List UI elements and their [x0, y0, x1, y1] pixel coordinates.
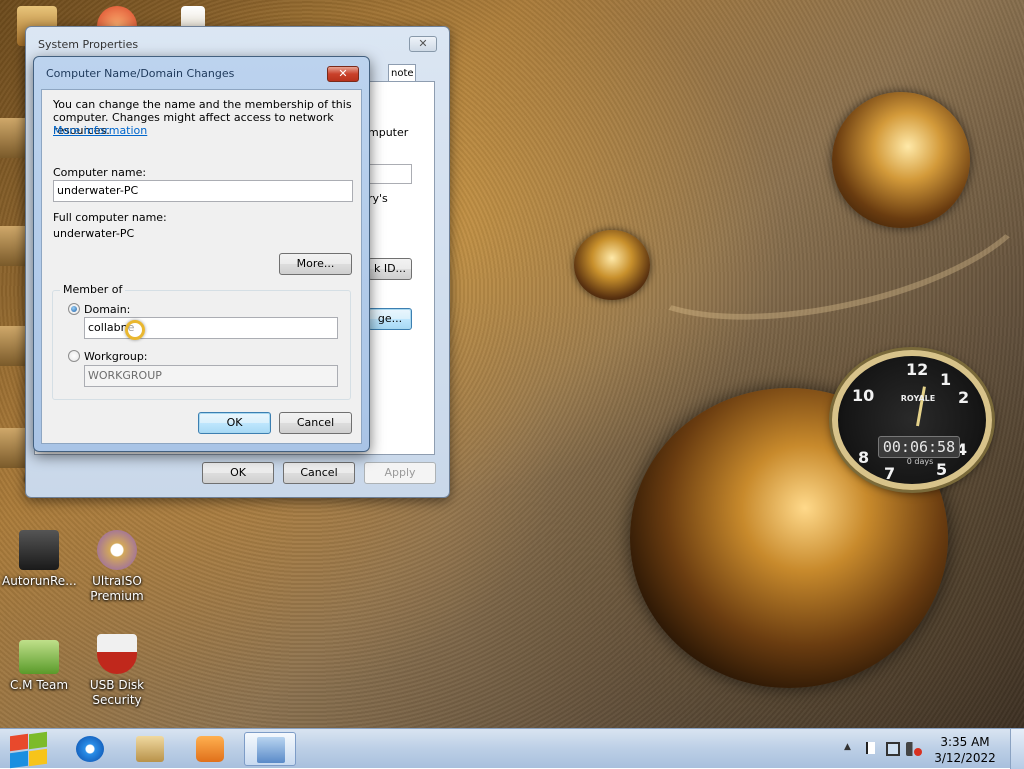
- close-button[interactable]: ✕: [409, 36, 437, 52]
- network-icon[interactable]: [886, 742, 900, 756]
- more-information-link[interactable]: More information: [53, 124, 147, 137]
- domain-label: Domain:: [84, 303, 131, 316]
- clock-numeral: 10: [852, 386, 875, 405]
- clock-brand: ROYALE: [900, 394, 936, 403]
- taskbar: ▲ 3:35 AM 3/12/2022: [0, 725, 1024, 769]
- clock-timer: 00:06:58: [878, 436, 960, 458]
- taskbar-system-properties[interactable]: [244, 732, 296, 766]
- cancel-button[interactable]: Cancel: [279, 412, 352, 434]
- windows-logo-icon: [10, 733, 28, 752]
- start-button[interactable]: [0, 725, 56, 769]
- clock-numeral: 2: [958, 388, 970, 407]
- close-button[interactable]: ✕: [327, 66, 359, 82]
- desktop-icon-cm-team[interactable]: C.M Team: [2, 640, 76, 693]
- member-of-label: Member of: [60, 283, 126, 296]
- mute-indicator-icon: [914, 748, 922, 756]
- button-label: Cancel: [300, 466, 338, 479]
- computer-description-field[interactable]: [368, 164, 412, 184]
- certificate-icon: [19, 640, 59, 674]
- clock-hand: [916, 386, 926, 427]
- text-fragment: mputer: [368, 126, 409, 139]
- intro-text: You can change the name and the membersh…: [53, 98, 352, 111]
- button-label: More...: [296, 257, 335, 270]
- show-desktop-button[interactable]: [1010, 729, 1024, 769]
- clock-gadget[interactable]: 12 1 2 4 5 7 8 10 ROYALE 00:06:58 0 days: [832, 350, 992, 490]
- clock-numeral: 12: [906, 360, 929, 379]
- desktop-icon-autorunremover[interactable]: AutorunRe...: [2, 530, 77, 589]
- show-hidden-icons-button[interactable]: ▲: [844, 742, 858, 756]
- clock[interactable]: 3:35 AM 3/12/2022: [930, 734, 1000, 766]
- desktop-icon-ultraiso[interactable]: UltraISO Premium: [80, 530, 154, 604]
- clock-date: 3/12/2022: [934, 751, 996, 765]
- window-title: System Properties: [38, 38, 139, 51]
- button-label: Cancel: [296, 416, 335, 429]
- taskbar-explorer[interactable]: [124, 732, 176, 766]
- workgroup-input[interactable]: WORKGROUP: [84, 365, 338, 387]
- full-computer-name-label: Full computer name:: [53, 211, 167, 224]
- action-center-flag-icon[interactable]: [866, 742, 880, 754]
- button-label: OK: [226, 416, 243, 429]
- mouse-cursor-icon: [125, 320, 145, 340]
- change-button[interactable]: ge...: [368, 308, 412, 330]
- taskbar-media-player[interactable]: [184, 732, 236, 766]
- system-tray: ▲ 3:35 AM 3/12/2022: [834, 729, 1024, 769]
- desktop-icon-usb-disk-security[interactable]: USB Disk Security: [80, 634, 154, 708]
- tab-remote[interactable]: note: [388, 64, 416, 82]
- cancel-button[interactable]: Cancel: [283, 462, 355, 484]
- text-fragment: ry's: [368, 192, 388, 205]
- internet-explorer-icon: [76, 736, 104, 762]
- button-label: k ID...: [373, 262, 407, 275]
- domain-radio[interactable]: [68, 303, 80, 315]
- clock-numeral: 1: [940, 370, 952, 389]
- apply-button[interactable]: Apply: [364, 462, 436, 484]
- dialog-title: Computer Name/Domain Changes: [46, 67, 235, 80]
- usb-shield-icon: [19, 530, 59, 570]
- ok-button[interactable]: OK: [198, 412, 271, 434]
- computer-name-label: Computer name:: [53, 166, 147, 179]
- workgroup-label: Workgroup:: [84, 350, 148, 363]
- wallpaper-sphere-small: [574, 230, 650, 300]
- media-player-icon: [196, 736, 224, 762]
- button-label: ge...: [377, 312, 403, 325]
- shield-icon: [97, 634, 137, 674]
- computer-icon: [257, 737, 285, 763]
- windows-logo-pane: [29, 731, 47, 750]
- clock-days: 0 days: [906, 457, 934, 466]
- computer-name-input[interactable]: underwater-PC: [53, 180, 353, 202]
- more-button[interactable]: More...: [279, 253, 352, 275]
- network-id-button[interactable]: k ID...: [368, 258, 412, 280]
- domain-input[interactable]: collabne: [84, 317, 338, 339]
- windows-logo-pane: [10, 750, 28, 769]
- close-icon: ✕: [418, 37, 428, 50]
- taskbar-internet-explorer[interactable]: [64, 732, 116, 766]
- button-label: Apply: [384, 466, 416, 479]
- button-label: OK: [230, 466, 246, 479]
- clock-numeral: 8: [858, 448, 870, 467]
- disc-icon: [97, 530, 137, 570]
- library-icon: [136, 736, 164, 762]
- windows-logo-pane: [29, 748, 47, 767]
- dialog-body: You can change the name and the membersh…: [41, 89, 362, 444]
- full-computer-name-value: underwater-PC: [53, 227, 135, 240]
- close-icon: ✕: [338, 67, 348, 80]
- ok-button[interactable]: OK: [202, 462, 274, 484]
- workgroup-radio[interactable]: [68, 350, 80, 362]
- clock-time: 3:35 AM: [940, 735, 990, 749]
- clock-numeral: 7: [884, 464, 896, 483]
- computer-name-dialog: Computer Name/Domain Changes ✕ You can c…: [33, 56, 370, 452]
- wallpaper-sphere-medium: [832, 92, 970, 228]
